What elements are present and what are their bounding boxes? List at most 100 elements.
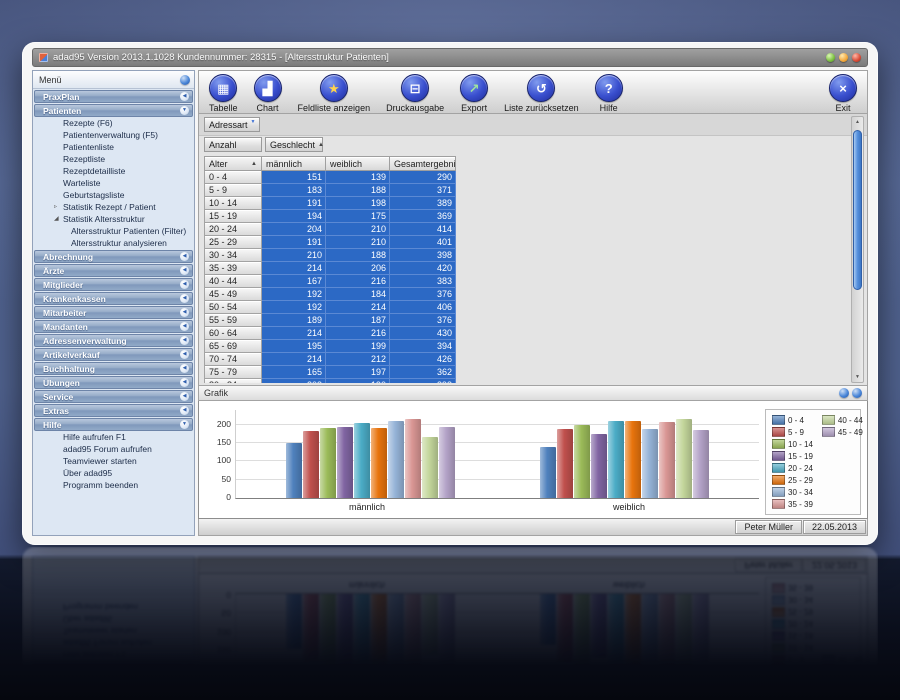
- cell-45-49-weiblich[interactable]: 184: [326, 288, 390, 301]
- sidebar-item-ber-adad95[interactable]: Über adad95: [33, 467, 194, 479]
- cell-5-9-gesamt[interactable]: 371: [390, 184, 456, 197]
- row-header-0-4[interactable]: 0 - 4: [204, 171, 262, 184]
- scroll-up-icon[interactable]: ▲: [852, 117, 863, 127]
- bar-weiblich-35-39[interactable]: [658, 422, 675, 498]
- toolbar-button-druckausgabe[interactable]: ⊟ Druckausgabe: [382, 73, 448, 113]
- cell-40-44-weiblich[interactable]: 216: [326, 275, 390, 288]
- sidebar-group-mandanten[interactable]: Mandanten ◀: [34, 320, 193, 333]
- cell-5-9-maennlich[interactable]: 183: [262, 184, 326, 197]
- sidebar-item-rezeptliste[interactable]: Rezeptliste: [33, 153, 194, 165]
- cell-60-64-maennlich[interactable]: 214: [262, 327, 326, 340]
- maximize-button[interactable]: [839, 53, 848, 62]
- sidebar-group-buchhaltung[interactable]: Buchhaltung ◀: [34, 362, 193, 375]
- bar-weiblich-40-44[interactable]: [675, 418, 692, 498]
- close-button[interactable]: [852, 53, 861, 62]
- row-header-70-74[interactable]: 70 - 74: [204, 353, 262, 366]
- sidebar-item-altersstruktur-patienten-filter[interactable]: Altersstruktur Patienten (Filter): [33, 225, 194, 237]
- cell-70-74-maennlich[interactable]: 214: [262, 353, 326, 366]
- cell-15-19-weiblich[interactable]: 175: [326, 210, 390, 223]
- sidebar-group-extras[interactable]: Extras ◀: [34, 404, 193, 417]
- cell-0-4-gesamt[interactable]: 290: [390, 171, 456, 184]
- cell-0-4-weiblich[interactable]: 139: [326, 171, 390, 184]
- cell-70-74-weiblich[interactable]: 212: [326, 353, 390, 366]
- cell-25-29-weiblich[interactable]: 210: [326, 236, 390, 249]
- cell-75-79-weiblich[interactable]: 197: [326, 366, 390, 379]
- bar-weiblich-10-14[interactable]: [573, 425, 590, 498]
- cell-25-29-gesamt[interactable]: 401: [390, 236, 456, 249]
- bar-weiblich-20-24[interactable]: [607, 420, 624, 498]
- cell-0-4-maennlich[interactable]: 151: [262, 171, 326, 184]
- column-header-gesamtergebnis[interactable]: Gesamtergebnis: [390, 156, 456, 171]
- cell-50-54-gesamt[interactable]: 406: [390, 301, 456, 314]
- sidebar-item-geburtstagsliste[interactable]: Geburtstagsliste: [33, 189, 194, 201]
- sidebar-group-krankenkassen[interactable]: Krankenkassen ◀: [34, 292, 193, 305]
- cell-80-84-weiblich[interactable]: 190: [326, 379, 390, 383]
- panel-button-icon[interactable]: [852, 388, 862, 398]
- cell-75-79-gesamt[interactable]: 362: [390, 366, 456, 379]
- bar-weiblich-0-4[interactable]: [539, 446, 556, 498]
- toolbar-button-tabelle[interactable]: ▦ Tabelle: [205, 73, 242, 113]
- row-header-80-84[interactable]: 80 - 84: [204, 379, 262, 383]
- cell-20-24-gesamt[interactable]: 414: [390, 223, 456, 236]
- cell-50-54-weiblich[interactable]: 214: [326, 301, 390, 314]
- sidebar-group-adressenverwaltung[interactable]: Adressenverwaltung ◀: [34, 334, 193, 347]
- row-header-30-34[interactable]: 30 - 34: [204, 249, 262, 262]
- row-header-40-44[interactable]: 40 - 44: [204, 275, 262, 288]
- sidebar-item-hilfe-aufrufen-f1[interactable]: Hilfe aufrufen F1: [33, 431, 194, 443]
- column-header-weiblich[interactable]: weiblich: [326, 156, 390, 171]
- row-header-65-69[interactable]: 65 - 69: [204, 340, 262, 353]
- cell-55-59-gesamt[interactable]: 376: [390, 314, 456, 327]
- bar-m-nnlich-35-39[interactable]: [405, 419, 422, 498]
- exit-button[interactable]: × Exit: [825, 73, 861, 113]
- bar-weiblich-15-19[interactable]: [590, 433, 607, 498]
- cell-55-59-maennlich[interactable]: 189: [262, 314, 326, 327]
- bar-m-nnlich-45-49[interactable]: [439, 427, 456, 498]
- cell-45-49-gesamt[interactable]: 376: [390, 288, 456, 301]
- sidebar-item-teamviewer-starten[interactable]: Teamviewer starten: [33, 455, 194, 467]
- cell-15-19-gesamt[interactable]: 369: [390, 210, 456, 223]
- toolbar-button-export[interactable]: ↗ Export: [456, 73, 492, 113]
- sidebar-group-bungen[interactable]: Übungen ◀: [34, 376, 193, 389]
- sidebar-group-service[interactable]: Service ◀: [34, 390, 193, 403]
- bar-m-nnlich-40-44[interactable]: [422, 436, 439, 498]
- sidebar-item-rezepte-f6[interactable]: Rezepte (F6): [33, 117, 194, 129]
- cell-55-59-weiblich[interactable]: 187: [326, 314, 390, 327]
- sidebar-item-adad95-forum-aufrufen[interactable]: adad95 Forum aufrufen: [33, 443, 194, 455]
- cell-65-69-weiblich[interactable]: 199: [326, 340, 390, 353]
- bar-m-nnlich-15-19[interactable]: [337, 426, 354, 498]
- row-header-50-54[interactable]: 50 - 54: [204, 301, 262, 314]
- sidebar-item-patientenverwaltung-f5[interactable]: Patientenverwaltung (F5): [33, 129, 194, 141]
- bar-m-nnlich-30-34[interactable]: [388, 420, 405, 498]
- sidebar-group-praxplan[interactable]: PraxPlan ◀: [34, 90, 193, 103]
- sidebar-group-hilfe[interactable]: Hilfe ▼: [34, 418, 193, 431]
- sidebar-item-warteliste[interactable]: Warteliste: [33, 177, 194, 189]
- cell-10-14-gesamt[interactable]: 389: [390, 197, 456, 210]
- sidebar-group-abrechnung[interactable]: Abrechnung ◀: [34, 250, 193, 263]
- cell-80-84-maennlich[interactable]: 203: [262, 379, 326, 383]
- data-field-anzahl[interactable]: Anzahl: [204, 137, 262, 152]
- sidebar-group-mitarbeiter[interactable]: Mitarbeiter ◀: [34, 306, 193, 319]
- minimize-button[interactable]: [826, 53, 835, 62]
- cell-15-19-maennlich[interactable]: 194: [262, 210, 326, 223]
- cell-65-69-gesamt[interactable]: 394: [390, 340, 456, 353]
- cell-80-84-gesamt[interactable]: 393: [390, 379, 456, 383]
- row-header-10-14[interactable]: 10 - 14: [204, 197, 262, 210]
- cell-20-24-maennlich[interactable]: 204: [262, 223, 326, 236]
- sidebar-group-mitglieder[interactable]: Mitglieder ◀: [34, 278, 193, 291]
- row-header-35-39[interactable]: 35 - 39: [204, 262, 262, 275]
- row-header-25-29[interactable]: 25 - 29: [204, 236, 262, 249]
- cell-5-9-weiblich[interactable]: 188: [326, 184, 390, 197]
- vertical-scrollbar[interactable]: ▲ ▼: [851, 116, 864, 383]
- sidebar-item-statistik-altersstruktur[interactable]: ◢ Statistik Altersstruktur: [33, 213, 194, 225]
- cell-30-34-maennlich[interactable]: 210: [262, 249, 326, 262]
- bar-weiblich-30-34[interactable]: [641, 428, 658, 498]
- cell-10-14-weiblich[interactable]: 198: [326, 197, 390, 210]
- cell-30-34-weiblich[interactable]: 188: [326, 249, 390, 262]
- cell-40-44-maennlich[interactable]: 167: [262, 275, 326, 288]
- menu-pin-icon[interactable]: [180, 74, 190, 85]
- row-header-60-64[interactable]: 60 - 64: [204, 327, 262, 340]
- cell-60-64-gesamt[interactable]: 430: [390, 327, 456, 340]
- column-field-geschlecht[interactable]: Geschlecht ▲: [265, 137, 324, 152]
- cell-60-64-weiblich[interactable]: 216: [326, 327, 390, 340]
- cell-10-14-maennlich[interactable]: 191: [262, 197, 326, 210]
